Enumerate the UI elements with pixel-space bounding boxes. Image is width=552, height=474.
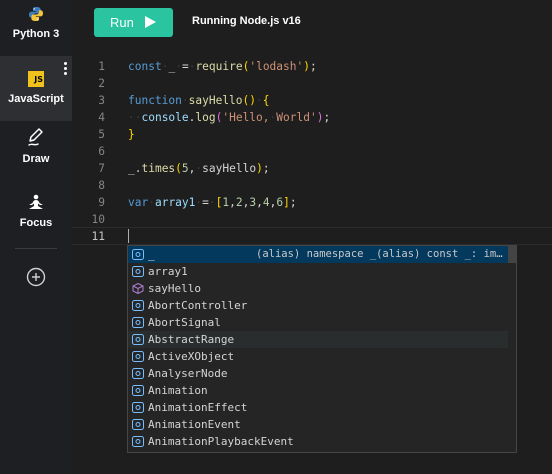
sidebar-item-label: JavaScript — [8, 93, 64, 105]
suggest-item[interactable]: AnimationPlaybackEvent — [128, 433, 508, 450]
autocomplete-popup: _ (alias) namespace _(alias) const _: im… — [127, 245, 517, 453]
suggest-item[interactable]: AnalyserNode — [128, 365, 508, 382]
line-number: 9 — [98, 196, 105, 209]
suggest-item-label: AnimationEffect — [148, 401, 248, 414]
js-icon: JS — [28, 71, 44, 87]
variable-icon — [132, 419, 144, 430]
variable-icon — [132, 317, 144, 328]
code-line[interactable]: 5 } — [72, 126, 552, 143]
suggest-item[interactable]: Animation — [128, 382, 508, 399]
variable-icon — [132, 334, 144, 345]
sidebar-item-focus[interactable]: Focus — [0, 194, 72, 239]
suggest-item[interactable]: AbstractRange — [128, 331, 508, 348]
play-icon — [145, 16, 156, 28]
line-number: 10 — [91, 213, 105, 226]
suggest-item-label: sayHello — [148, 282, 201, 295]
line-number: 6 — [98, 145, 105, 158]
suggest-item-label: AnimationEvent — [148, 418, 241, 431]
suggest-item-label: _ — [148, 248, 155, 261]
suggest-item[interactable]: _ (alias) namespace _(alias) const _: im… — [128, 246, 508, 263]
sidebar-item-label: Draw — [22, 153, 50, 165]
line-number: 7 — [98, 162, 105, 175]
suggest-item-label: ActiveXObject — [148, 350, 235, 363]
suggest-item-label: AbortController — [148, 299, 248, 312]
code-text: } — [128, 128, 135, 141]
sidebar-item-label: Python 3 — [12, 28, 60, 40]
runtime-status: Running Node.js v16 — [192, 15, 301, 27]
sidebar-item-label: Focus — [19, 217, 53, 229]
suggest-item[interactable]: AnimationEffect — [128, 399, 508, 416]
sidebar-item-draw[interactable]: Draw — [0, 127, 72, 177]
line-number: 4 — [98, 111, 105, 124]
code-text: ··console.log('Hello,·World'); — [128, 111, 331, 124]
line-number: 8 — [98, 179, 105, 192]
suggest-item[interactable]: AbortSignal — [128, 314, 508, 331]
line-number: 5 — [98, 128, 105, 141]
code-line[interactable]: 8 — [72, 177, 552, 194]
sidebar-divider — [15, 248, 57, 249]
variable-icon — [132, 402, 144, 413]
variable-icon — [132, 351, 144, 362]
suggest-item-label: array1 — [148, 265, 188, 278]
run-button[interactable]: Run — [94, 8, 173, 37]
python-icon — [29, 7, 43, 21]
suggest-item[interactable]: array1 — [128, 263, 508, 280]
method-icon — [132, 283, 144, 294]
suggest-item-label: Animation — [148, 384, 208, 397]
variable-icon — [132, 300, 144, 311]
code-text: var·array1·=·[1,2,3,4,6]; — [128, 196, 297, 209]
top-toolbar: Run Running Node.js v16 — [72, 0, 552, 44]
suggest-item-label: AnalyserNode — [148, 367, 228, 380]
sidebar: Python 3 JS JavaScript Draw Focus — [0, 0, 72, 474]
variable-icon — [132, 266, 144, 277]
line-number: 1 — [98, 60, 105, 73]
sidebar-item-javascript[interactable]: JS JavaScript — [0, 56, 72, 121]
code-text: function·sayHello()·{ — [128, 94, 270, 107]
plus-circle-icon[interactable] — [26, 267, 46, 287]
kebab-menu-icon[interactable] — [64, 62, 68, 76]
code-line[interactable]: 1 const·_·=·require('lodash'); — [72, 58, 552, 75]
variable-icon — [132, 385, 144, 396]
variable-icon — [132, 436, 144, 447]
code-line-current[interactable]: 11 — [72, 227, 552, 245]
code-line[interactable]: 7 _.times(5,·sayHello); — [72, 160, 552, 177]
suggest-item-label: AbstractRange — [148, 333, 235, 346]
code-line[interactable]: 4 ··console.log('Hello,·World'); — [72, 109, 552, 126]
code-line[interactable]: 3 function·sayHello()·{ — [72, 92, 552, 109]
code-line[interactable]: 10 — [72, 211, 552, 228]
run-button-label: Run — [110, 15, 134, 30]
suggest-item[interactable]: AnimationEvent — [128, 416, 508, 433]
suggest-item[interactable]: sayHello — [128, 280, 508, 297]
meditation-icon — [29, 194, 43, 209]
suggest-item[interactable]: AbortController — [128, 297, 508, 314]
code-line[interactable]: 2 — [72, 75, 552, 92]
code-line[interactable]: 9 var·array1·=·[1,2,3,4,6]; — [72, 194, 552, 211]
line-number: 11 — [91, 230, 105, 243]
suggest-item-detail: (alias) namespace _(alias) const _: impo… — [256, 248, 504, 260]
suggest-scrollbar[interactable] — [507, 246, 516, 263]
suggest-item-label: AnimationPlaybackEvent — [148, 435, 294, 448]
line-number: 3 — [98, 94, 105, 107]
line-number: 2 — [98, 77, 105, 90]
sidebar-item-python[interactable]: Python 3 — [0, 6, 72, 56]
suggest-item[interactable]: ActiveXObject — [128, 348, 508, 365]
variable-icon — [132, 368, 144, 379]
text-cursor — [128, 229, 129, 243]
code-text: const·_·=·require('lodash'); — [128, 60, 317, 73]
variable-icon — [132, 249, 144, 260]
code-text: _.times(5,·sayHello); — [128, 162, 270, 175]
code-line[interactable]: 6 — [72, 143, 552, 160]
pen-icon — [28, 128, 43, 146]
suggest-item-label: AbortSignal — [148, 316, 221, 329]
